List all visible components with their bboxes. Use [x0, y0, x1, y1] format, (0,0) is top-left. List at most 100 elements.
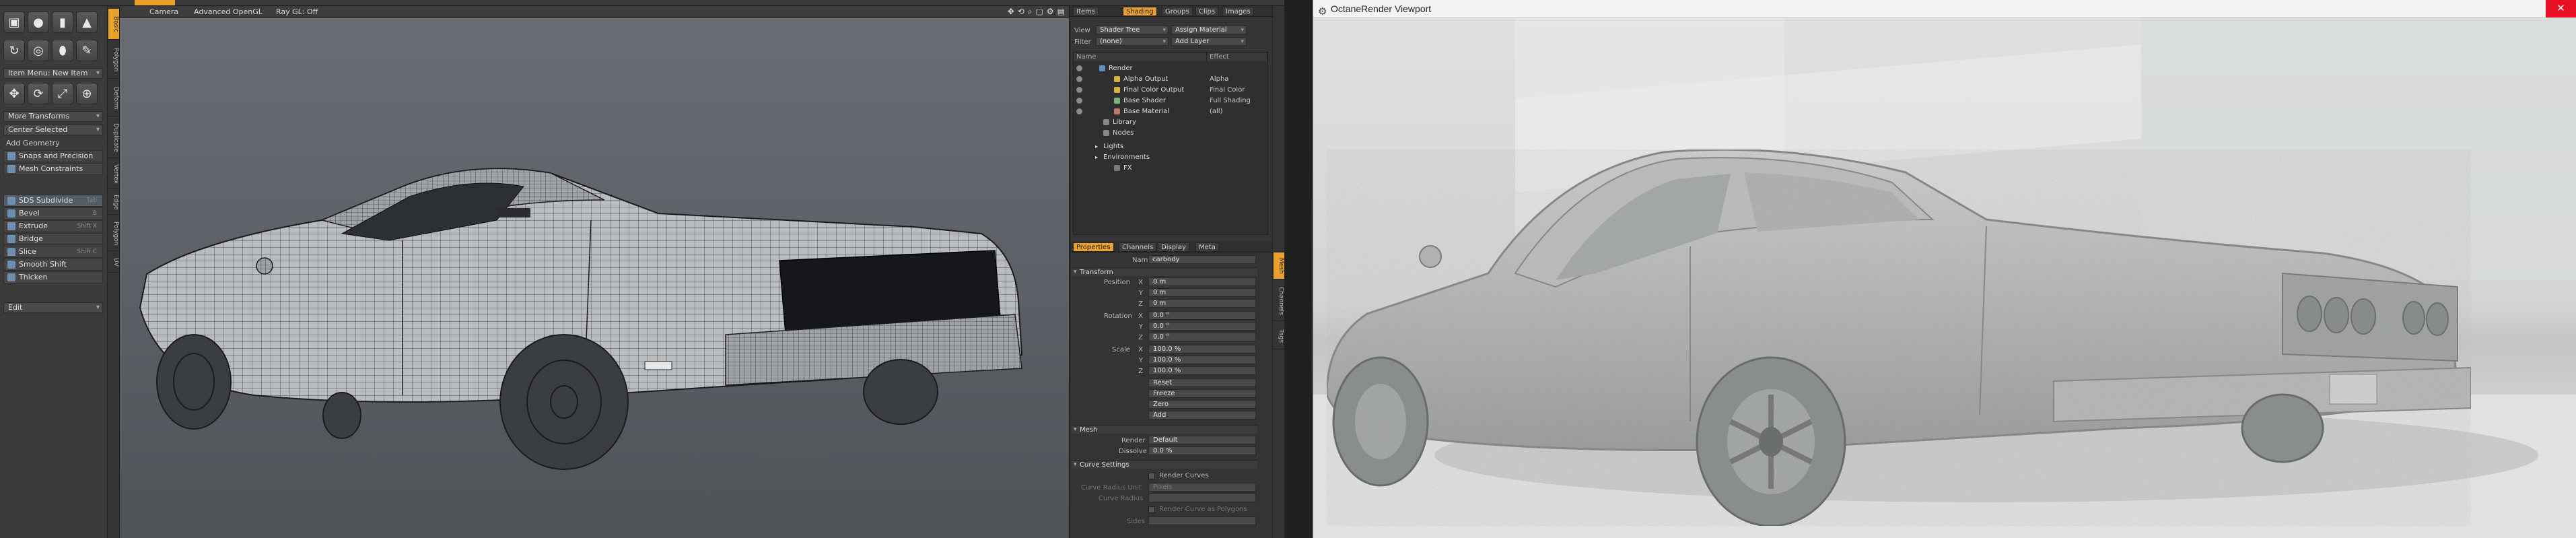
tab-images[interactable]: Images — [1222, 7, 1254, 16]
tree-row-base-material[interactable]: Base Material (all) — [1074, 106, 1267, 116]
rotate-tool-icon[interactable]: ⟳ — [28, 83, 49, 104]
center-selected-dropdown[interactable]: Center Selected — [3, 125, 103, 135]
tree-row-nodes[interactable]: Nodes — [1074, 128, 1267, 138]
expand-arrow-icon[interactable]: ▸ — [1095, 141, 1098, 152]
vtab-polygon-2[interactable]: Polygon — [108, 216, 119, 251]
rotation-x-field[interactable]: 0.0 ° — [1148, 311, 1256, 320]
column-name[interactable]: Name — [1074, 53, 1207, 61]
name-field[interactable]: carbody — [1148, 255, 1256, 264]
tab-clips[interactable]: Clips — [1195, 7, 1219, 16]
tab-shading[interactable]: Shading — [1123, 7, 1157, 16]
orbit-icon[interactable]: ⟲ — [1018, 7, 1024, 17]
visibility-icon[interactable] — [1076, 76, 1082, 82]
position-z-field[interactable]: 0 m — [1148, 299, 1256, 308]
octane-close-button[interactable]: ✕ — [2546, 0, 2576, 18]
render-curves-checkbox[interactable] — [1148, 473, 1155, 479]
scale-z-field[interactable]: 100.0 % — [1148, 366, 1256, 375]
vtab-channels[interactable]: Channels — [1274, 281, 1284, 321]
torus-icon[interactable]: ◎ — [28, 40, 49, 61]
cylinder-icon[interactable]: ▮ — [52, 11, 73, 33]
vtab-edge[interactable]: Edge — [108, 191, 119, 215]
scale-x-field[interactable]: 100.0 % — [1148, 345, 1256, 354]
add-button[interactable]: Add — [1148, 411, 1256, 419]
scale-y-field[interactable]: 100.0 % — [1148, 356, 1256, 364]
dissolve-field[interactable]: 0.0 % — [1148, 446, 1256, 455]
item-menu-dropdown[interactable]: Item Menu: New Item — [3, 68, 103, 79]
transform-icon[interactable]: ⊕ — [76, 83, 98, 104]
vtab-uv[interactable]: UV — [108, 253, 119, 273]
visibility-icon[interactable] — [1076, 65, 1082, 71]
vtab-deform[interactable]: Deform — [108, 80, 119, 116]
mesh-section[interactable]: Mesh — [1072, 425, 1257, 434]
rotation-z-field[interactable]: 0.0 ° — [1148, 333, 1256, 341]
filter-dropdown[interactable]: (none) — [1096, 37, 1169, 46]
bridge-button[interactable]: Bridge — [3, 233, 103, 245]
curve-radius-field[interactable] — [1148, 494, 1256, 502]
render-as-polygons-checkbox[interactable] — [1148, 506, 1155, 513]
move-icon[interactable]: ✥ — [3, 83, 25, 104]
assign-material-button[interactable]: Assign Material — [1171, 26, 1247, 34]
tree-row-final-color-output[interactable]: Final Color Output Final Color — [1074, 85, 1267, 95]
tree-row-environments[interactable]: ▸ Environments — [1074, 152, 1267, 162]
curve-radius-unit-dropdown[interactable]: Pixels — [1148, 483, 1256, 492]
transform-section[interactable]: Transform — [1072, 267, 1257, 277]
viewport-gear-icon[interactable]: ⚙ — [1047, 7, 1054, 17]
active-layout-tab[interactable] — [135, 0, 175, 5]
rotate-icon[interactable]: ↻ — [3, 40, 25, 61]
sphere-icon[interactable]: ● — [28, 11, 49, 33]
scale-icon[interactable]: ⤢ — [52, 83, 73, 104]
sides-field[interactable] — [1148, 516, 1256, 525]
rotation-y-field[interactable]: 0.0 ° — [1148, 322, 1256, 331]
visibility-icon[interactable] — [1076, 108, 1082, 114]
tree-row-library[interactable]: Library — [1074, 117, 1267, 127]
smooth-shift-button[interactable]: Smooth Shift — [3, 259, 103, 271]
edit-dropdown[interactable]: Edit — [3, 302, 103, 313]
more-transforms-dropdown[interactable]: More Transforms — [3, 111, 103, 122]
mesh-constraints-button[interactable]: Mesh Constraints — [3, 163, 103, 175]
tree-row-render[interactable]: Render — [1074, 63, 1267, 73]
reset-button[interactable]: Reset — [1148, 378, 1256, 387]
thicken-button[interactable]: Thicken — [3, 271, 103, 283]
freeze-button[interactable]: Freeze — [1148, 389, 1256, 398]
cone-icon[interactable]: ▲ — [76, 11, 98, 33]
tab-groups[interactable]: Groups — [1162, 7, 1193, 16]
tab-display[interactable]: Display — [1158, 242, 1189, 252]
pan-icon[interactable]: ✥ — [1008, 7, 1014, 17]
zoom-icon[interactable]: ⌕ — [1028, 7, 1033, 17]
add-geometry-header[interactable]: Add Geometry — [3, 138, 103, 148]
tree-row-alpha-output[interactable]: Alpha Output Alpha — [1074, 74, 1267, 84]
extrude-button[interactable]: Extrude Shift X — [3, 220, 103, 232]
octane-render-image[interactable] — [1313, 18, 2576, 538]
tree-row-base-shader[interactable]: Base Shader Full Shading — [1074, 96, 1267, 106]
slice-button[interactable]: Slice Shift C — [3, 246, 103, 258]
capsule-icon[interactable]: ⬮ — [52, 40, 73, 61]
pen-icon[interactable]: ✎ — [76, 40, 98, 61]
expand-arrow-icon[interactable]: ▸ — [1095, 152, 1098, 162]
tree-row-fx[interactable]: FX — [1074, 163, 1267, 173]
viewport-menu-icon[interactable]: ▤ — [1057, 7, 1065, 17]
tab-items[interactable]: Items — [1073, 7, 1099, 16]
sds-subdivide-button[interactable]: SDS Subdivide Tab — [3, 195, 103, 207]
position-y-field[interactable]: 0 m — [1148, 288, 1256, 297]
visibility-icon[interactable] — [1076, 98, 1082, 104]
render-dropdown[interactable]: Default — [1148, 436, 1256, 444]
maximize-icon[interactable]: ▢ — [1036, 7, 1043, 17]
vtab-duplicate[interactable]: Duplicate — [108, 118, 119, 158]
camera-dropdown[interactable]: Camera — [149, 7, 178, 17]
vtab-mesh[interactable]: Mesh — [1274, 253, 1284, 279]
raygl-dropdown[interactable]: Ray GL: Off — [276, 7, 318, 17]
tab-meta[interactable]: Meta — [1195, 242, 1219, 252]
visibility-icon[interactable] — [1076, 87, 1082, 93]
tree-row-lights[interactable]: ▸ Lights — [1074, 141, 1267, 152]
tab-channels[interactable]: Channels — [1119, 242, 1157, 252]
snaps-button[interactable]: Snaps and Precision — [3, 150, 103, 162]
add-layer-button[interactable]: Add Layer — [1171, 37, 1247, 46]
zero-button[interactable]: Zero — [1148, 400, 1256, 409]
position-x-field[interactable]: 0 m — [1148, 277, 1256, 286]
tab-properties[interactable]: Properties — [1073, 242, 1114, 252]
vtab-tags[interactable]: Tags — [1274, 323, 1284, 349]
3d-viewport[interactable]: Camera Advanced OpenGL Ray GL: Off ✥ ⟲ ⌕… — [120, 6, 1070, 538]
cube-icon[interactable]: ▣ — [3, 11, 25, 33]
bevel-button[interactable]: Bevel B — [3, 207, 103, 220]
vtab-basic[interactable]: Basic — [108, 9, 119, 40]
